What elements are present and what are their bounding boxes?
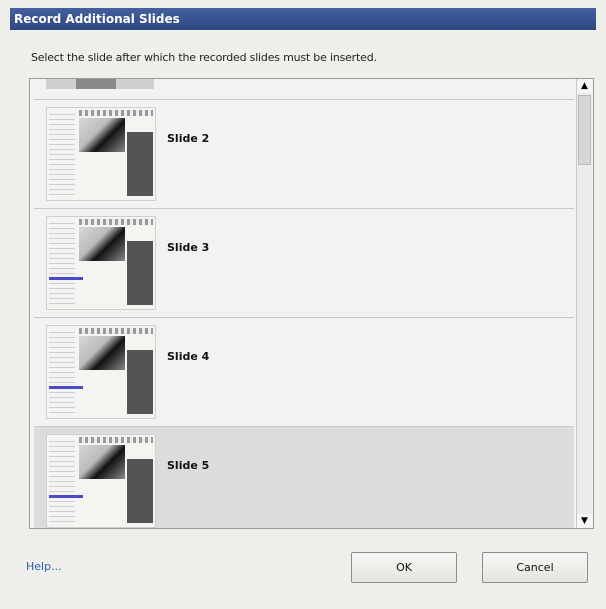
- slide-thumbnail: [46, 325, 156, 419]
- record-additional-slides-dialog: Record Additional Slides Select the slid…: [0, 0, 606, 609]
- arrow-up-icon[interactable]: ▲: [577, 79, 592, 93]
- vertical-scrollbar[interactable]: ▲ ▼: [576, 79, 592, 528]
- dialog-title: Record Additional Slides: [10, 8, 596, 30]
- slide-list[interactable]: Slide 2 Slide 3 Slide 4 Slide 5 ▲ ▼: [29, 78, 594, 529]
- slide-thumbnail: [46, 434, 156, 528]
- slide-thumbnail: [46, 216, 156, 310]
- slide-label: Slide 4: [167, 350, 210, 363]
- help-link[interactable]: Help...: [26, 560, 62, 573]
- slide-row-2[interactable]: Slide 2: [34, 100, 574, 209]
- instruction-text: Select the slide after which the recorde…: [31, 51, 377, 64]
- slide-label: Slide 2: [167, 132, 210, 145]
- arrow-down-icon[interactable]: ▼: [577, 514, 592, 528]
- slide-row-partial[interactable]: [34, 79, 574, 100]
- slide-row-4[interactable]: Slide 4: [34, 318, 574, 427]
- slide-thumbnail: [46, 79, 154, 89]
- slide-label: Slide 3: [167, 241, 210, 254]
- cancel-button[interactable]: Cancel: [482, 552, 588, 583]
- slide-row-3[interactable]: Slide 3: [34, 209, 574, 318]
- scrollbar-thumb[interactable]: [578, 95, 591, 165]
- ok-button[interactable]: OK: [351, 552, 457, 583]
- slide-thumbnail: [46, 107, 156, 201]
- slide-row-5[interactable]: Slide 5: [34, 427, 574, 528]
- slide-label: Slide 5: [167, 459, 210, 472]
